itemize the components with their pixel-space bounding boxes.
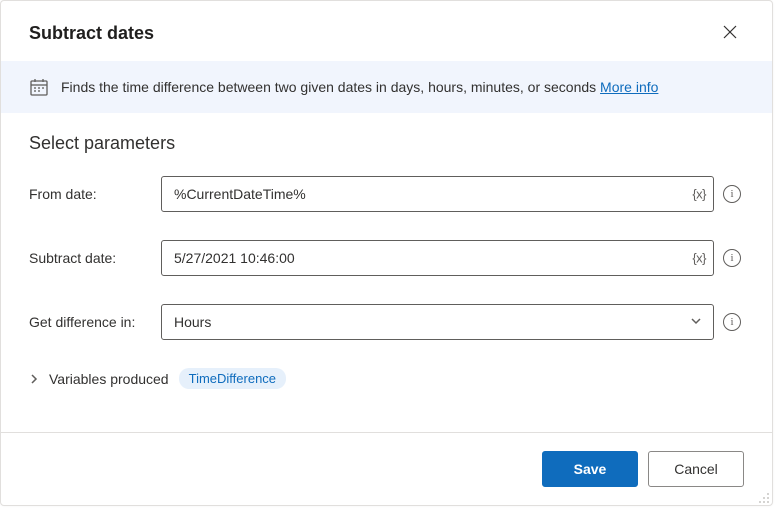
resize-grip-icon[interactable] [758,491,770,503]
more-info-link[interactable]: More info [600,79,658,95]
row-subtract-date: Subtract date: {x} i [29,240,744,276]
subtract-date-label: Subtract date: [29,250,155,266]
info-icon[interactable]: i [723,185,741,203]
info-bar: Finds the time difference between two gi… [1,61,772,113]
subtract-date-input[interactable] [161,240,714,276]
get-difference-value: Hours [174,314,211,330]
close-icon [723,25,737,42]
dialog: Subtract dates Finds the [0,0,773,506]
variable-output-pill[interactable]: TimeDifference [179,368,286,389]
get-difference-select[interactable]: Hours [161,304,714,340]
dialog-title: Subtract dates [29,23,154,44]
info-icon[interactable]: i [723,313,741,331]
dialog-content: Select parameters From date: {x} i Subtr… [1,113,772,432]
calendar-icon [29,77,49,97]
info-bar-text: Finds the time difference between two gi… [61,79,658,95]
from-date-label: From date: [29,186,155,202]
row-get-difference: Get difference in: Hours i [29,304,744,340]
get-difference-label: Get difference in: [29,314,155,330]
cancel-button[interactable]: Cancel [648,451,744,487]
variables-produced-label: Variables produced [49,371,169,387]
section-title: Select parameters [29,133,744,154]
from-date-input[interactable] [161,176,714,212]
row-from-date: From date: {x} i [29,176,744,212]
dialog-description: Finds the time difference between two gi… [61,79,596,95]
dialog-header: Subtract dates [1,1,772,61]
save-button[interactable]: Save [542,451,638,487]
info-icon[interactable]: i [723,249,741,267]
variables-produced-row[interactable]: Variables produced TimeDifference [29,368,744,389]
close-button[interactable] [716,19,744,47]
chevron-right-icon [29,371,39,387]
dialog-footer: Save Cancel [1,432,772,505]
